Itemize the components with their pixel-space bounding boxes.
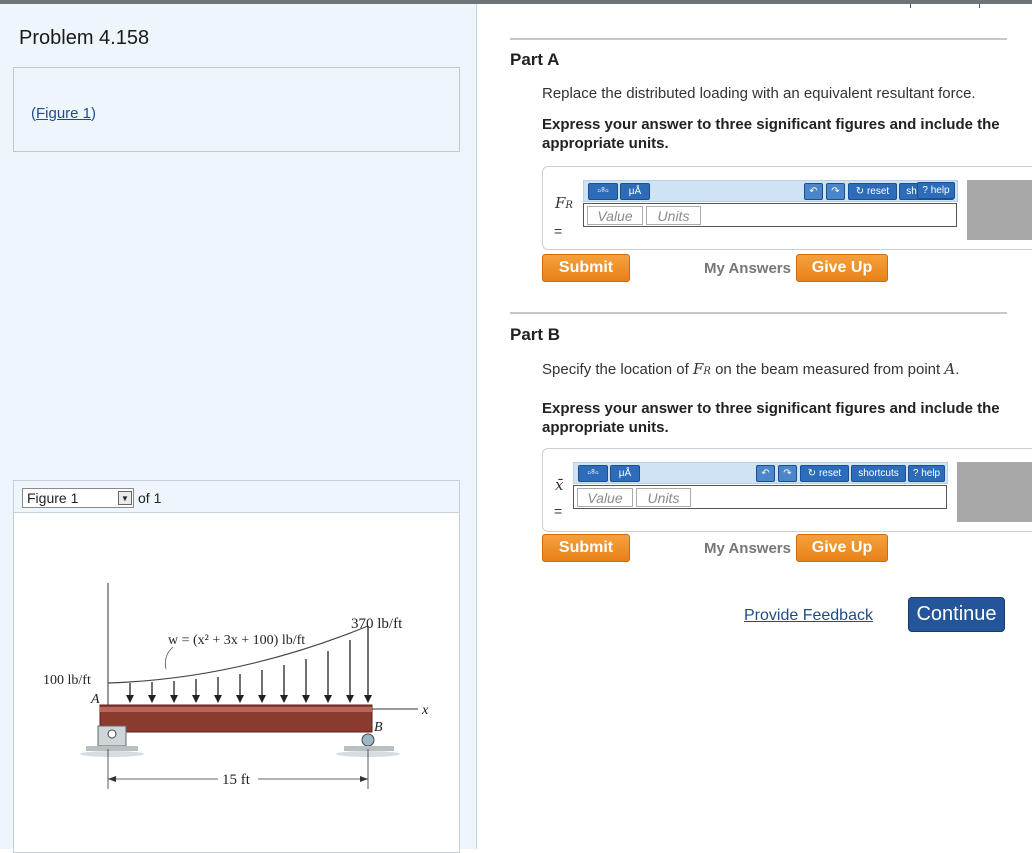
part-a-rule bbox=[510, 38, 1007, 40]
span-label: 15 ft bbox=[222, 772, 251, 788]
figure-link[interactable]: Figure 1 bbox=[36, 105, 91, 122]
part-a-toolbar: ▫⁸▫ μÅ ↶ ↷ ↻ reset shortcuts bbox=[583, 180, 958, 202]
help-button[interactable]: ? help bbox=[917, 182, 955, 199]
part-a-title: Part A bbox=[510, 50, 560, 69]
figure-panel: Figure 1 ▼ of 1 w = (x² + 3x + 100) lb/f… bbox=[13, 480, 460, 853]
part-b-title: Part B bbox=[510, 325, 561, 344]
reset-button[interactable]: ↻ reset bbox=[848, 183, 897, 200]
dim-arrow-left bbox=[108, 776, 116, 782]
load-equation-label: w = (x² + 3x + 100) lb/ft bbox=[168, 633, 305, 648]
provide-feedback-link[interactable]: Provide Feedback bbox=[744, 607, 873, 625]
part-b-rule bbox=[510, 312, 1007, 314]
dim-arrow-right bbox=[360, 776, 368, 782]
beam-highlight bbox=[100, 707, 372, 712]
point-b-label: B bbox=[374, 720, 383, 735]
part-a-variable-main: F bbox=[555, 194, 566, 212]
templates-icon[interactable]: ▫⁸▫ bbox=[588, 183, 618, 200]
w-axis-label: w bbox=[104, 571, 113, 572]
continue-button[interactable]: Continue bbox=[908, 597, 1005, 632]
part-b-input-row: Value Units bbox=[573, 485, 947, 509]
undo-icon[interactable]: ↶ bbox=[804, 183, 823, 200]
part-b-instruction-var-sub: R bbox=[703, 366, 711, 377]
part-b-instruction-var-main: F bbox=[692, 360, 704, 378]
part-b-variable: x̄ bbox=[555, 476, 564, 494]
part-a-submit-button[interactable]: Submit bbox=[542, 254, 630, 282]
figure-link-wrap: (Figure 1) bbox=[31, 105, 96, 122]
figure-select[interactable]: Figure 1 ▼ bbox=[22, 488, 134, 508]
part-a-my-answers-button[interactable]: My Answers bbox=[704, 260, 791, 277]
part-b-submit-button[interactable]: Submit bbox=[542, 534, 630, 562]
part-a-units-field[interactable]: Units bbox=[646, 206, 701, 225]
part-b-instruction-suffix: on the beam measured from point bbox=[715, 361, 941, 378]
part-a-instruction: Replace the distributed loading with an … bbox=[542, 85, 976, 102]
problem-pane: Problem 4.158 (Figure 1) Figure 1 ▼ of 1… bbox=[0, 4, 477, 853]
part-b-value-field[interactable]: Value bbox=[577, 488, 633, 507]
part-b-answer-box: x̄ = ▫⁸▫ μÅ ↶ ↷ ↻ reset shortcuts ? help… bbox=[542, 448, 1032, 532]
part-a-equals: = bbox=[554, 223, 563, 239]
templates-icon[interactable]: ▫⁸▫ bbox=[578, 465, 608, 482]
shortcuts-button[interactable]: shortcuts bbox=[851, 465, 906, 482]
part-a-instruction-bold: Express your answer to three significant… bbox=[542, 116, 1000, 152]
point-a-label: A bbox=[90, 692, 100, 707]
load-left-label: 100 lb/ft bbox=[43, 673, 91, 688]
part-a-answer-box: FR = ▫⁸▫ μÅ ↶ ↷ ↻ reset shortcuts ? help… bbox=[542, 166, 1032, 250]
part-b-units-field[interactable]: Units bbox=[636, 488, 691, 507]
x-axis-label: x bbox=[421, 703, 429, 718]
problem-title: Problem 4.158 bbox=[19, 27, 150, 49]
beam-diagram: w = (x² + 3x + 100) lb/ft 370 lb/ft 100 … bbox=[43, 571, 429, 789]
top-bar-ticks bbox=[910, 4, 980, 8]
part-a-variable-sub: R bbox=[565, 200, 573, 211]
figure-link-box: (Figure 1) bbox=[13, 67, 460, 152]
help-button[interactable]: ? help bbox=[908, 465, 945, 482]
part-b-instruction-var: FR bbox=[693, 360, 711, 378]
part-b-toolbar: ▫⁸▫ μÅ ↶ ↷ ↻ reset shortcuts ? help bbox=[573, 462, 948, 484]
reset-button[interactable]: ↻ reset bbox=[800, 465, 849, 482]
part-b-my-answers-button[interactable]: My Answers bbox=[704, 540, 791, 557]
part-a-input-row: Value Units bbox=[583, 203, 957, 227]
redo-icon[interactable]: ↷ bbox=[778, 465, 797, 482]
figure-header: Figure 1 ▼ of 1 bbox=[14, 481, 459, 513]
part-a-give-up-button[interactable]: Give Up bbox=[796, 254, 888, 282]
part-b-instruction-bold: Express your answer to three significant… bbox=[542, 400, 1000, 436]
chevron-down-icon[interactable]: ▼ bbox=[118, 491, 132, 505]
units-icon[interactable]: μÅ bbox=[610, 465, 640, 482]
figure-count: of 1 bbox=[138, 490, 162, 506]
figure-link-suffix: ) bbox=[91, 105, 97, 122]
part-a-gray-strip bbox=[967, 180, 1032, 240]
undo-icon[interactable]: ↶ bbox=[756, 465, 775, 482]
part-b-instruction: Specify the location of FR on the beam m… bbox=[542, 360, 959, 378]
part-a-value-field[interactable]: Value bbox=[587, 206, 643, 225]
figure-select-value: Figure 1 bbox=[27, 490, 79, 506]
part-b-instruction-end: . bbox=[955, 361, 960, 378]
equation-leader bbox=[164, 646, 174, 670]
part-a-variable: FR bbox=[555, 194, 573, 212]
part-b-gray-strip bbox=[957, 462, 1032, 522]
units-icon[interactable]: μÅ bbox=[620, 183, 650, 200]
part-b-instruction-prefix: Specify the location of bbox=[542, 361, 689, 378]
part-b-give-up-button[interactable]: Give Up bbox=[796, 534, 888, 562]
redo-icon[interactable]: ↷ bbox=[826, 183, 845, 200]
load-right-label: 370 lb/ft bbox=[351, 616, 403, 632]
part-b-instruction-point: A bbox=[944, 360, 956, 378]
arrow-heads bbox=[126, 695, 372, 703]
part-b-equals: = bbox=[554, 503, 563, 519]
